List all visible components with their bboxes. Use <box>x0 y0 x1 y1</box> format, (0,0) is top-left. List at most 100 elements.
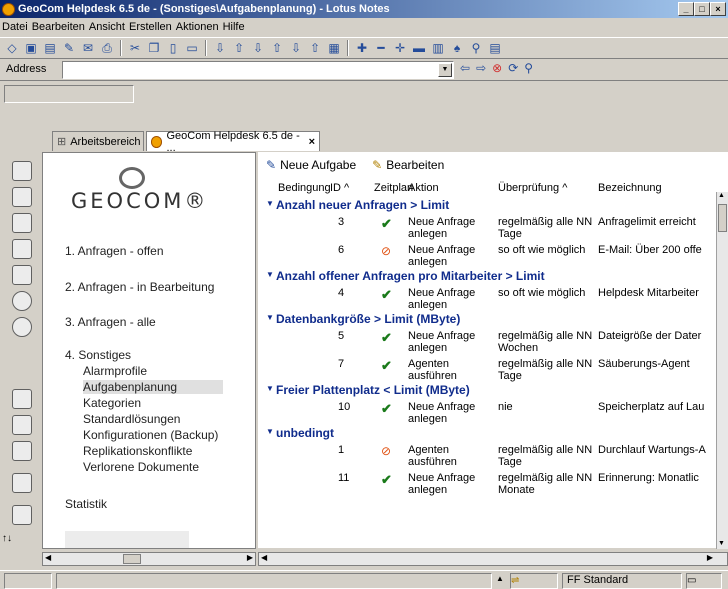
nav-horizontal-scrollbar[interactable]: ◀ ▶ <box>42 552 256 566</box>
nav-item-sonstiges[interactable]: 4. Sonstiges <box>65 348 131 362</box>
scroll-left-icon[interactable]: ◀ <box>45 553 51 562</box>
nav-subitem-aufgabenplanung[interactable]: Aufgabenplanung <box>83 380 223 394</box>
vertical-scroll-thumb[interactable] <box>718 204 727 232</box>
scroll-thumb[interactable] <box>123 554 141 564</box>
column-bedingung[interactable]: Bedingung <box>278 182 331 194</box>
edit-button[interactable]: ✎ Bearbeiten <box>372 158 444 172</box>
back-icon[interactable]: ⇦ <box>460 61 470 75</box>
scroll-up-icon[interactable]: ▲ <box>718 192 725 199</box>
view-horizontal-scrollbar[interactable]: ◀ ▶ <box>258 552 728 566</box>
scroll-right-icon[interactable]: ▶ <box>247 553 253 562</box>
table-row[interactable]: 5 ✔ Neue Anfrage anlegen regelmäßig alle… <box>258 327 728 355</box>
scroll-down-icon[interactable]: ▼ <box>718 540 725 547</box>
scroll-right-icon[interactable]: ▶ <box>707 553 713 562</box>
bookmark-icon[interactable]: ◇ <box>4 40 20 56</box>
search-web-icon[interactable]: ⚲ <box>524 61 533 75</box>
forward-icon[interactable]: ⇨ <box>476 61 486 75</box>
column-id[interactable]: ID ^ <box>330 182 349 194</box>
table-row[interactable]: 10 ✔ Neue Anfrage anlegen nie Speicherpl… <box>258 398 728 426</box>
panes-icon[interactable]: ▥ <box>430 40 446 56</box>
todo-bookmark-icon[interactable] <box>12 239 32 259</box>
refresh-icon[interactable]: ⟳ <box>508 61 518 75</box>
category-row[interactable]: Anzahl offener Anfragen pro Mitarbeiter … <box>258 269 728 284</box>
collapse-icon[interactable]: ━ <box>373 40 389 56</box>
tools-bookmark-icon[interactable] <box>12 505 32 525</box>
menu-hilfe[interactable]: Hilfe <box>223 21 249 33</box>
archive-bookmark-icon[interactable] <box>12 473 32 493</box>
calendar-bookmark-icon[interactable] <box>12 187 32 207</box>
previous-unread-icon[interactable]: ⇧ <box>307 40 323 56</box>
maximize-button[interactable]: □ <box>694 2 710 16</box>
nav-subitem-kategorien[interactable]: Kategorien <box>83 396 141 410</box>
nav-subitem-replikationskonflikte[interactable]: Replikationskonflikte <box>83 444 192 458</box>
empty-field[interactable] <box>4 85 134 103</box>
more-bookmarks-icon[interactable] <box>12 415 32 435</box>
next-icon[interactable]: ⇩ <box>250 40 266 56</box>
address-dropdown-icon[interactable]: ▼ <box>438 63 452 77</box>
status-dropdown-icon[interactable]: ▲ <box>496 574 504 583</box>
nav-item-anfragen-offen[interactable]: 1. Anfragen - offen <box>65 244 164 258</box>
clipboard-icon[interactable]: ▭ <box>184 40 200 56</box>
menu-ansicht[interactable]: Ansicht <box>89 21 129 33</box>
nav-subitem-standardloesungen[interactable]: Standardlösungen <box>83 412 180 426</box>
save-icon[interactable]: ▣ <box>23 40 39 56</box>
address-input[interactable]: ▼ <box>62 61 454 79</box>
arrow-down-icon[interactable]: ⇩ <box>212 40 228 56</box>
nav-subitem-konfigurationen[interactable]: Konfigurationen (Backup) <box>83 428 218 442</box>
nav-subitem-alarmprofile[interactable]: Alarmprofile <box>83 364 147 378</box>
replicator-bookmark-icon[interactable] <box>12 265 32 285</box>
previous-icon[interactable]: ⇧ <box>269 40 285 56</box>
status-message-area[interactable] <box>56 573 492 589</box>
nav-item-anfragen-alle[interactable]: 3. Anfragen - alle <box>65 315 156 329</box>
category-row[interactable]: Datenbankgröße > Limit (MByte) <box>258 312 728 327</box>
inbox-status[interactable]: ▭ <box>686 573 722 589</box>
copy-icon[interactable]: ❐ <box>146 40 162 56</box>
table-row[interactable]: 7 ✔ Agenten ausführen regelmäßig alle NN… <box>258 355 728 383</box>
tab-geocom-helpdesk[interactable]: GeoCom Helpdesk 6.5 de - ... × <box>146 130 320 154</box>
print-icon[interactable]: ⎙ <box>99 40 115 56</box>
expand-icon[interactable]: ✚ <box>354 40 370 56</box>
view-vertical-scrollbar[interactable]: ▲ ▼ <box>716 192 728 549</box>
mail-bookmark-icon[interactable] <box>12 161 32 181</box>
category-row[interactable]: unbedingt <box>258 426 728 441</box>
scroll-left-icon[interactable]: ◀ <box>261 553 267 562</box>
menu-aktionen[interactable]: Aktionen <box>176 21 223 33</box>
binoculars-icon[interactable]: ♠ <box>449 40 465 56</box>
category-row[interactable]: Freier Plattenplatz < Limit (MByte) <box>258 383 728 398</box>
table-row[interactable]: 4 ✔ Neue Anfrage anlegen so oft wie mögl… <box>258 284 728 312</box>
internet-bookmark-icon[interactable] <box>12 291 32 311</box>
edit-icon[interactable]: ✎ <box>61 40 77 56</box>
table-row[interactable]: 11 ✔ Neue Anfrage anlegen regelmäßig all… <box>258 469 728 497</box>
close-button[interactable]: × <box>710 2 726 16</box>
next-unread-icon[interactable]: ⇩ <box>288 40 304 56</box>
paste-icon[interactable]: ▯ <box>165 40 181 56</box>
category-row[interactable]: Anzahl neuer Anfragen > Limit <box>258 198 728 213</box>
nav-item-anfragen-in-bearbeitung[interactable]: 2. Anfragen - in Bearbeitung <box>65 280 214 294</box>
menu-datei[interactable]: Datei <box>2 21 32 33</box>
stop-icon[interactable]: ⊗ <box>492 61 502 75</box>
table-row[interactable]: 3 ✔ Neue Anfrage anlegen regelmäßig alle… <box>258 213 728 241</box>
table-row[interactable]: 1 ⊘ Agenten ausführen regelmäßig alle NN… <box>258 441 728 469</box>
favorites-bookmark-icon[interactable] <box>12 317 32 337</box>
preview-icon[interactable]: ▤ <box>487 40 503 56</box>
mail-icon[interactable]: ✉ <box>80 40 96 56</box>
menu-bearbeiten[interactable]: Bearbeiten <box>32 21 89 33</box>
minimize-button[interactable]: _ <box>678 2 694 16</box>
address-book-bookmark-icon[interactable] <box>12 213 32 233</box>
collapse-all-icon[interactable]: ▬ <box>411 40 427 56</box>
arrow-up-icon[interactable]: ⇧ <box>231 40 247 56</box>
column-ueberpruefung[interactable]: Überprüfung ^ <box>498 182 567 194</box>
history-bookmark-icon[interactable] <box>12 441 32 461</box>
databases-bookmark-icon[interactable] <box>12 389 32 409</box>
open-folder-icon[interactable]: ▤ <box>42 40 58 56</box>
cut-icon[interactable]: ✂ <box>127 40 143 56</box>
column-aktion[interactable]: Aktion <box>408 182 439 194</box>
nav-item-statistik[interactable]: Statistik <box>65 497 107 511</box>
expand-all-icon[interactable]: ✛ <box>392 40 408 56</box>
location-selector[interactable]: FF Standard <box>562 573 682 589</box>
status-box-left[interactable] <box>4 573 52 589</box>
sort-arrows-icon[interactable]: ↑↓ <box>2 533 12 544</box>
menu-erstellen[interactable]: Erstellen <box>129 21 176 33</box>
nav-subitem-verlorene-dokumente[interactable]: Verlorene Dokumente <box>83 460 199 474</box>
view-icon[interactable]: ▦ <box>326 40 342 56</box>
